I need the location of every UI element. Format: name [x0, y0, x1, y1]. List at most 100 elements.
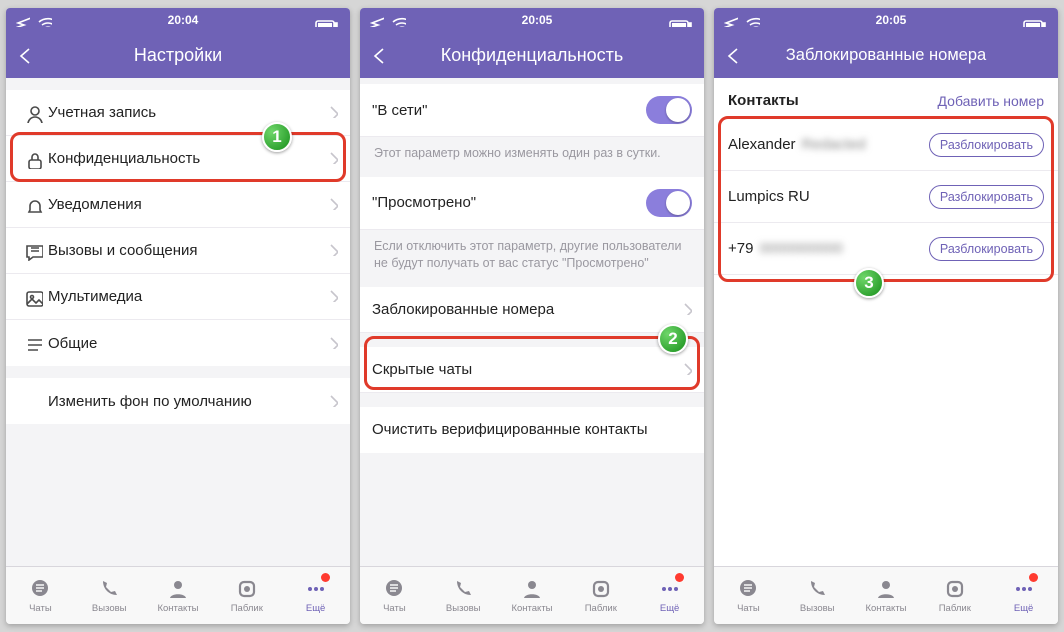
screen-settings: 20:04 Настройки Учетная запись Конфиденц…	[6, 8, 350, 624]
chevron-right-icon	[322, 240, 338, 261]
tab-bar: Чаты Вызовы Контакты Паблик Ещё	[6, 566, 350, 624]
settings-row-change-bg[interactable]: Изменить фон по умолчанию	[6, 378, 350, 424]
header: Настройки	[6, 32, 350, 78]
unblock-button[interactable]: Разблокировать	[929, 133, 1044, 157]
blocked-contact-row: Alexander Redacted Разблокировать	[714, 119, 1058, 171]
settings-row-media[interactable]: Мультимедиа	[6, 274, 350, 320]
back-button[interactable]	[368, 44, 396, 66]
tab-bar: Чаты Вызовы Контакты Паблик Ещё	[360, 566, 704, 624]
row-label: Скрытые чаты	[372, 361, 676, 378]
settings-row-notifications[interactable]: Уведомления	[6, 182, 350, 228]
tab-more[interactable]: Ещё	[281, 567, 350, 624]
tab-calls[interactable]: Вызовы	[429, 567, 498, 624]
screen-privacy: 20:05 Конфиденциальность "В сети" Этот п…	[360, 8, 704, 624]
tab-calls[interactable]: Вызовы	[783, 567, 852, 624]
row-label: Изменить фон по умолчанию	[48, 393, 322, 410]
tab-chats[interactable]: Чаты	[360, 567, 429, 624]
row-label: "Просмотрено"	[372, 194, 646, 211]
wifi-icon	[390, 13, 406, 27]
blocked-contact-row: Lumpics RU Разблокировать	[714, 171, 1058, 223]
tab-calls[interactable]: Вызовы	[75, 567, 144, 624]
row-label: "В сети"	[372, 102, 646, 119]
lock-icon	[18, 149, 48, 169]
tab-public[interactable]: Паблик	[212, 567, 281, 624]
add-number-link[interactable]: Добавить номер	[938, 93, 1044, 109]
wifi-icon	[744, 13, 760, 27]
privacy-row-seen[interactable]: "Просмотрено"	[360, 177, 704, 230]
page-title: Конфиденциальность	[396, 45, 668, 66]
privacy-row-blocked[interactable]: Заблокированные номера	[360, 287, 704, 333]
chevron-right-icon	[322, 333, 338, 354]
battery-icon	[314, 13, 340, 27]
row-label: Конфиденциальность	[48, 150, 322, 167]
tab-chats[interactable]: Чаты	[6, 567, 75, 624]
back-icon	[14, 44, 36, 66]
bell-icon	[18, 195, 48, 215]
row-label: Вызовы и сообщения	[48, 242, 322, 259]
user-icon	[18, 103, 48, 123]
chevron-right-icon	[676, 359, 692, 380]
tab-public[interactable]: Паблик	[920, 567, 989, 624]
settings-row-calls-msgs[interactable]: Вызовы и сообщения	[6, 228, 350, 274]
notification-dot	[321, 573, 330, 582]
contact-name: Alexander	[728, 136, 796, 153]
screen-blocked: 20:05 Заблокированные номера Контакты До…	[714, 8, 1058, 624]
battery-icon	[668, 13, 694, 27]
row-label: Учетная запись	[48, 104, 322, 121]
tab-contacts[interactable]: Контакты	[144, 567, 213, 624]
redacted-text: 0000000000	[759, 240, 842, 257]
chevron-right-icon	[322, 102, 338, 123]
unblock-button[interactable]: Разблокировать	[929, 237, 1044, 261]
airplane-icon	[16, 13, 30, 27]
status-time: 20:04	[52, 13, 314, 27]
row-label: Общие	[48, 335, 322, 352]
row-label: Очистить верифицированные контакты	[372, 421, 692, 438]
back-icon	[722, 44, 744, 66]
privacy-row-hidden[interactable]: Скрытые чаты	[360, 347, 704, 393]
settings-row-general[interactable]: Общие	[6, 320, 350, 366]
contact-name: Lumpics RU	[728, 188, 810, 205]
seen-description: Если отключить этот параметр, другие пол…	[360, 230, 704, 287]
status-bar: 20:05	[360, 8, 704, 32]
privacy-row-clear-verified[interactable]: Очистить верифицированные контакты	[360, 407, 704, 453]
row-label: Заблокированные номера	[372, 301, 676, 318]
tab-more[interactable]: Ещё	[989, 567, 1058, 624]
back-button[interactable]	[722, 44, 750, 66]
tab-more[interactable]: Ещё	[635, 567, 704, 624]
chevron-right-icon	[322, 194, 338, 215]
privacy-row-online[interactable]: "В сети"	[360, 84, 704, 137]
tab-bar: Чаты Вызовы Контакты Паблик Ещё	[714, 566, 1058, 624]
blocked-contact-row: +79 0000000000 Разблокировать	[714, 223, 1058, 275]
settings-row-account[interactable]: Учетная запись	[6, 90, 350, 136]
tab-contacts[interactable]: Контакты	[852, 567, 921, 624]
status-bar: 20:04	[6, 8, 350, 32]
tab-contacts[interactable]: Контакты	[498, 567, 567, 624]
notification-dot	[675, 573, 684, 582]
redacted-text: Redacted	[802, 136, 866, 153]
settings-row-privacy[interactable]: Конфиденциальность	[6, 136, 350, 182]
back-button[interactable]	[14, 44, 42, 66]
page-title: Настройки	[42, 45, 314, 66]
airplane-icon	[370, 13, 384, 27]
row-label: Уведомления	[48, 196, 322, 213]
lines-icon	[18, 333, 48, 353]
unblock-button[interactable]: Разблокировать	[929, 185, 1044, 209]
tab-public[interactable]: Паблик	[566, 567, 635, 624]
notification-dot	[1029, 573, 1038, 582]
chevron-right-icon	[322, 148, 338, 169]
status-time: 20:05	[406, 13, 668, 27]
wifi-icon	[36, 13, 52, 27]
page-title: Заблокированные номера	[750, 46, 1022, 65]
seen-toggle[interactable]	[646, 189, 692, 217]
tab-chats[interactable]: Чаты	[714, 567, 783, 624]
online-description: Этот параметр можно изменять один раз в …	[360, 137, 704, 177]
online-toggle[interactable]	[646, 96, 692, 124]
contacts-heading: Контакты	[728, 92, 799, 109]
chevron-right-icon	[322, 391, 338, 412]
header: Заблокированные номера	[714, 32, 1058, 78]
back-icon	[368, 44, 390, 66]
airplane-icon	[724, 13, 738, 27]
status-time: 20:05	[760, 13, 1022, 27]
contact-name: +79	[728, 240, 753, 257]
chevron-right-icon	[322, 286, 338, 307]
